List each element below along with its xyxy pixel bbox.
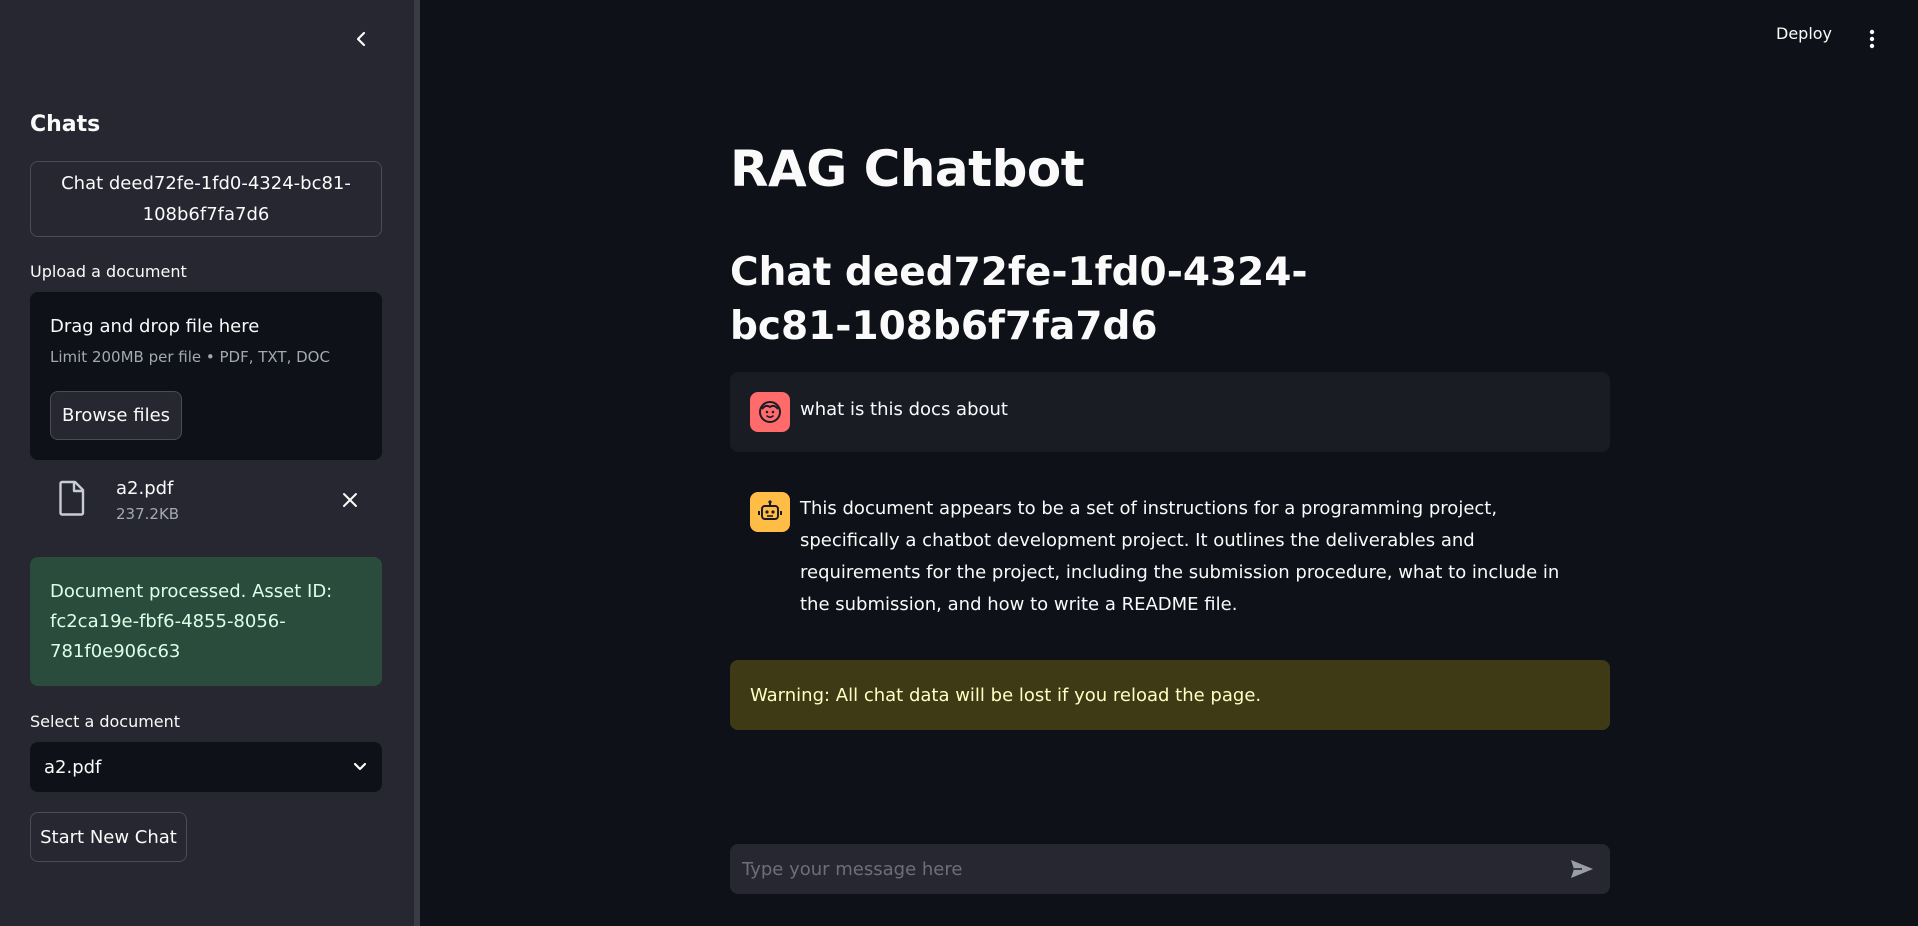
success-alert: Document processed. Asset ID: fc2ca19e-f… [30,557,382,686]
assistant-message: This document appears to be a set of ins… [730,478,1610,628]
sidebar-resize-handle[interactable] [414,0,420,926]
chat-input-container [730,844,1610,894]
chat-title: Chat deed72fe-1fd0-4324-bc81-108b6f7fa7d… [730,250,1308,349]
upload-label: Upload a document [30,262,187,281]
close-icon [343,493,357,507]
assistant-message-text: This document appears to be a set of ins… [800,498,1560,615]
document-select-value: a2.pdf [44,756,102,778]
file-dropzone[interactable]: Drag and drop file here Limit 200MB per … [30,292,382,460]
warning-alert: Warning: All chat data will be lost if y… [730,660,1610,730]
dropzone-limit-text: Limit 200MB per file • PDF, TXT, DOC [50,348,330,366]
browse-files-button[interactable]: Browse files [50,391,182,440]
user-message: what is this docs about [730,372,1610,452]
select-document-label: Select a document [30,712,181,731]
file-icon [58,480,86,520]
document-select[interactable]: a2.pdf [30,742,382,792]
chat-item-button[interactable]: Chat deed72fe-1fd0-4324-bc81-108b6f7fa7d… [30,161,382,237]
user-message-text: what is this docs about [800,399,1008,420]
chat-message-input[interactable] [730,844,1550,894]
user-avatar [750,392,790,432]
chats-heading: Chats [30,112,101,137]
remove-file-button[interactable] [338,488,362,512]
collapse-sidebar-button[interactable] [346,24,376,54]
send-icon [1571,860,1593,878]
assistant-avatar [750,492,790,532]
file-size: 237.2KB [116,505,180,523]
deploy-button[interactable]: Deploy [1776,24,1832,43]
send-button[interactable] [1568,857,1596,881]
dropzone-title: Drag and drop file here [50,316,260,337]
main-menu-button[interactable] [1862,24,1882,54]
file-name: a2.pdf [116,478,174,499]
sidebar: Chats Chat deed72fe-1fd0-4324-bc81-108b6… [0,0,414,926]
page-title: RAG Chatbot [730,140,1085,198]
robot-icon [758,500,782,520]
kebab-menu-icon [1869,29,1875,49]
start-new-chat-button[interactable]: Start New Chat [30,812,187,862]
chevron-left-icon [356,31,366,47]
chevron-down-icon [353,762,367,771]
uploaded-file-row: a2.pdf 237.2KB [30,470,382,530]
user-face-icon [759,401,781,423]
